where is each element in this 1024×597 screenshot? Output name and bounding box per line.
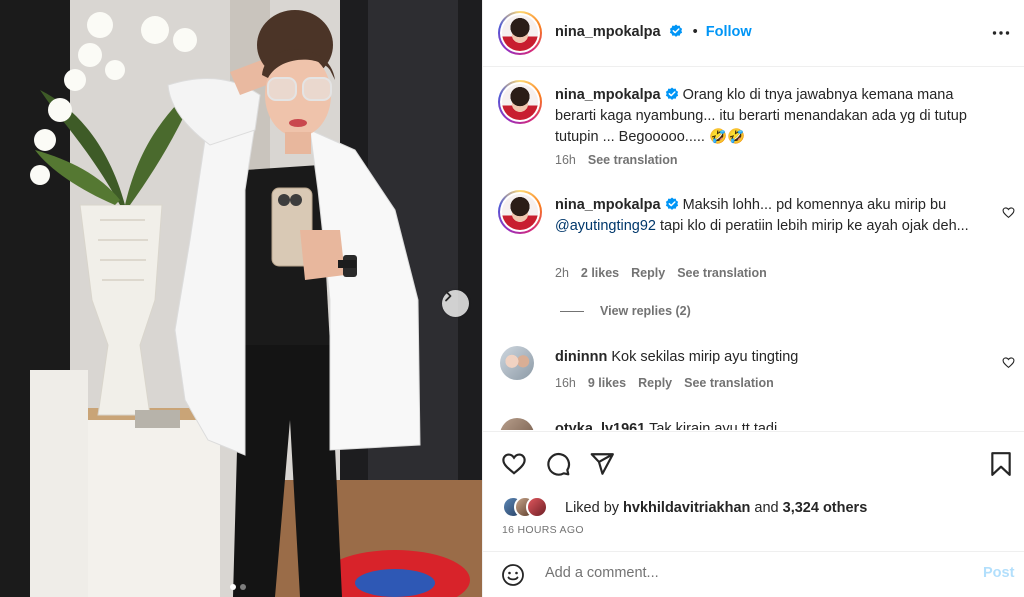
carousel-dot: [240, 584, 246, 590]
author-avatar[interactable]: [498, 11, 542, 55]
comment-text: Maksih lohh... pd komennya aku mirip bu: [682, 197, 947, 213]
liker-avatar: [526, 496, 548, 518]
like-comment-heart-icon[interactable]: [1002, 356, 1015, 369]
comment-time[interactable]: 16h: [555, 153, 576, 167]
author-username[interactable]: nina_mpokalpa: [555, 24, 661, 40]
liker-avatars[interactable]: [502, 496, 560, 518]
verified-badge-icon: [665, 197, 678, 210]
comment-meta: 2h 2 likes Reply See translation: [555, 266, 767, 280]
header-user-row: nina_mpokalpa • Follow: [555, 24, 752, 40]
save-bookmark-icon[interactable]: [989, 451, 1013, 477]
comment-text: Tak kirain ayu tt tadi: [649, 421, 778, 430]
commenter-avatar[interactable]: [500, 346, 534, 380]
liked-by-prefix: Liked by: [565, 500, 620, 516]
comment-username[interactable]: dininnn: [555, 349, 607, 365]
see-translation-button[interactable]: See translation: [588, 153, 678, 167]
add-comment-input[interactable]: Add a comment...: [545, 565, 659, 581]
more-options-icon[interactable]: [991, 23, 1011, 43]
carousel-indicator: [230, 584, 246, 590]
mention-link[interactable]: @ayutingting92: [555, 218, 656, 234]
comment-meta: 16h See translation: [555, 153, 677, 167]
comment-time[interactable]: 2h: [555, 266, 569, 280]
see-translation-button[interactable]: See translation: [684, 376, 774, 390]
share-icon[interactable]: [589, 451, 615, 477]
comment-body: otyka_lv1961 Tak kirain ayu tt tadi: [555, 419, 995, 430]
see-translation-button[interactable]: See translation: [677, 266, 767, 280]
verified-badge-icon: [669, 24, 682, 37]
follow-button[interactable]: Follow: [706, 24, 752, 40]
likes-summary: Liked by hvkhildavitriakhan and 3,324 ot…: [565, 500, 867, 516]
comment-username[interactable]: nina_mpokalpa: [555, 87, 661, 103]
post-side-panel: nina_mpokalpa • Follow nina_mpokalpa Ora…: [482, 0, 1024, 597]
add-comment-bar: Add a comment... Post: [483, 551, 1024, 597]
reply-button[interactable]: Reply: [631, 266, 665, 280]
commenter-avatar[interactable]: [498, 80, 542, 124]
instagram-post-view: nina_mpokalpa • Follow nina_mpokalpa Ora…: [0, 0, 1024, 597]
comment-text-cont: tapi klo di peratiin lebih mirip ke ayah…: [660, 218, 969, 234]
post-header: nina_mpokalpa • Follow: [483, 0, 1024, 67]
comment-body: nina_mpokalpa Orang klo di tnya jawabnya…: [555, 85, 995, 148]
post-timestamp[interactable]: 16 HOURS AGO: [502, 524, 584, 536]
header-separator: •: [692, 24, 698, 40]
view-replies-label: View replies (2): [600, 304, 691, 318]
liked-by-user[interactable]: hvkhildavitriakhan: [623, 500, 750, 516]
liked-by-others[interactable]: 3,324 others: [783, 500, 868, 516]
verified-badge-icon: [665, 87, 678, 100]
comment-time[interactable]: 16h: [555, 376, 576, 390]
emoji-icon[interactable]: [501, 563, 525, 587]
post-comment-button[interactable]: Post: [983, 565, 1014, 581]
view-replies-line: [560, 310, 584, 312]
comment-text: Kok sekilas mirip ayu tingting: [611, 349, 799, 365]
post-actions: Liked by hvkhildavitriakhan and 3,324 ot…: [483, 431, 1024, 551]
carousel-dot-active: [230, 584, 236, 590]
like-comment-heart-icon[interactable]: [1002, 206, 1015, 219]
comment-username[interactable]: nina_mpokalpa: [555, 197, 661, 213]
carousel-next-button[interactable]: [442, 290, 469, 317]
comment-likes[interactable]: 2 likes: [581, 266, 619, 280]
comment-body: nina_mpokalpa Maksih lohh... pd komennya…: [555, 195, 985, 237]
like-heart-icon[interactable]: [501, 451, 527, 477]
commenter-avatar[interactable]: [498, 190, 542, 234]
comment-username[interactable]: otyka_lv1961: [555, 421, 645, 430]
reply-button[interactable]: Reply: [638, 376, 672, 390]
comment-icon[interactable]: [545, 451, 571, 477]
commenter-avatar[interactable]: [500, 418, 534, 430]
comments-list[interactable]: nina_mpokalpa Orang klo di tnya jawabnya…: [483, 68, 1024, 430]
view-replies-button[interactable]: View replies (2): [560, 304, 691, 318]
comment-body: dininnn Kok sekilas mirip ayu tingting: [555, 347, 995, 368]
chevron-right-icon: [445, 290, 452, 302]
comment-meta: 16h 9 likes Reply See translation: [555, 376, 774, 390]
liked-by-and: and: [754, 500, 779, 516]
photo-illustration: [0, 0, 482, 597]
post-photo[interactable]: [0, 0, 482, 597]
comment-likes[interactable]: 9 likes: [588, 376, 626, 390]
